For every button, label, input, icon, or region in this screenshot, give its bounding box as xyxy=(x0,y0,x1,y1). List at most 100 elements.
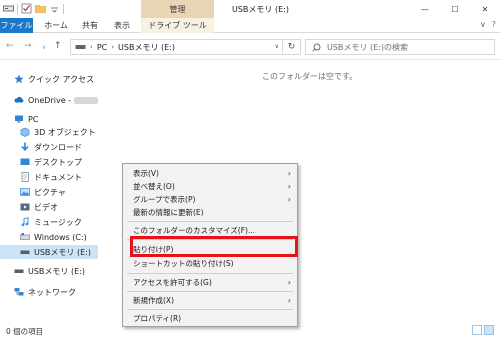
menu-item-new[interactable]: 新規作成(X) › xyxy=(123,294,297,307)
breadcrumb-separator[interactable]: › xyxy=(111,43,114,51)
usb-drive-icon xyxy=(14,269,24,273)
nav-item-pictures[interactable]: ピクチャ xyxy=(0,185,98,199)
quick-access-toolbar xyxy=(3,3,64,14)
nav-item-videos[interactable]: ビデオ xyxy=(0,200,98,214)
menu-item-group-by[interactable]: グループで表示(P) › xyxy=(123,193,297,206)
pc-icon xyxy=(15,115,23,123)
back-button[interactable]: ← xyxy=(6,41,14,51)
tab-share[interactable]: 共有 xyxy=(75,18,105,33)
usb-drive-icon xyxy=(20,250,30,254)
window-title: USBメモリ (E:) xyxy=(232,5,289,14)
submenu-arrow-icon: › xyxy=(287,278,291,287)
menu-divider xyxy=(127,309,293,310)
submenu-arrow-icon: › xyxy=(287,182,291,191)
cloud-icon xyxy=(14,96,24,103)
navigation-pane: クイック アクセス OneDrive - PC 3D オブジェクト ダウンロード xyxy=(0,62,98,319)
network-icon xyxy=(14,288,24,296)
drive-icon[interactable] xyxy=(3,3,14,14)
submenu-arrow-icon: › xyxy=(287,296,291,305)
redacted-account-name xyxy=(74,96,98,104)
breadcrumb-usb-drive[interactable]: USBメモリ (E:) xyxy=(118,42,175,53)
nav-item-label: ミュージック xyxy=(34,217,82,227)
search-placeholder: USBメモリ (E:)の検索 xyxy=(327,42,408,52)
up-button[interactable]: ↑ xyxy=(54,41,62,51)
window-controls: — ☐ ✕ xyxy=(410,0,500,18)
music-icon xyxy=(21,217,29,227)
nav-item-quick-access[interactable]: クイック アクセス xyxy=(0,72,98,86)
video-icon xyxy=(20,203,30,211)
menu-item-refresh[interactable]: 最新の情報に更新(E) xyxy=(123,206,297,219)
maximize-button[interactable]: ☐ xyxy=(440,0,470,18)
large-icons-view-button[interactable] xyxy=(484,325,494,335)
help-button[interactable]: ? xyxy=(492,20,496,29)
menu-item-label: 並べ替え(O) xyxy=(133,182,175,191)
tab-drive-tools[interactable]: ドライブ ツール xyxy=(141,18,214,33)
nav-item-label: USBメモリ (E:) xyxy=(34,247,91,257)
tab-file[interactable]: ファイル xyxy=(0,18,33,33)
toolbar-divider xyxy=(63,3,64,14)
nav-item-label: ピクチャ xyxy=(34,187,66,197)
menu-item-paste-shortcut[interactable]: ショートカットの貼り付け(S) xyxy=(123,257,297,270)
nav-item-label: PC xyxy=(28,114,39,124)
details-view-button[interactable] xyxy=(472,325,482,335)
ribbon-tab-row: ファイル ホーム 共有 表示 ドライブ ツール ∨ ? xyxy=(0,18,500,33)
pc-drive-icon xyxy=(75,45,86,49)
nav-item-network[interactable]: ネットワーク xyxy=(0,285,98,299)
item-count: 0 個の項目 xyxy=(6,327,44,336)
menu-item-label: 表示(V) xyxy=(133,169,159,178)
paste-highlight-box xyxy=(130,236,298,257)
menu-item-label: 最新の情報に更新(E) xyxy=(133,208,204,217)
refresh-button[interactable]: ↻ xyxy=(283,39,301,55)
menu-item-label: グループで表示(P) xyxy=(133,195,196,204)
nav-item-label: Windows (C:) xyxy=(34,232,87,242)
menu-item-label: このフォルダーのカスタマイズ(F)... xyxy=(133,226,256,235)
expand-ribbon-button[interactable]: ∨ xyxy=(480,20,486,29)
nav-item-label: クイック アクセス xyxy=(28,74,95,84)
breadcrumb-separator[interactable]: › xyxy=(90,43,93,51)
nav-item-downloads[interactable]: ダウンロード xyxy=(0,140,98,154)
download-icon xyxy=(21,142,29,151)
navigation-bar: ← → ∨ ↑ › PC › USBメモリ (E:) ∨ ↻ USBメモリ (E… xyxy=(0,34,500,60)
minimize-button[interactable]: — xyxy=(410,0,440,18)
empty-folder-message: このフォルダーは空です。 xyxy=(262,72,358,81)
nav-item-usb-drive-selected[interactable]: USBメモリ (E:) xyxy=(0,245,98,259)
address-dropdown-button[interactable]: ∨ xyxy=(275,43,279,50)
nav-item-onedrive[interactable]: OneDrive - xyxy=(0,93,98,107)
toolbar-divider xyxy=(17,3,18,14)
nav-item-desktop[interactable]: デスクトップ xyxy=(0,155,98,169)
content-scrollbar[interactable] xyxy=(489,62,499,319)
recent-locations-button[interactable]: ∨ xyxy=(42,44,46,51)
breadcrumb-pc[interactable]: PC xyxy=(97,43,107,52)
nav-item-pc[interactable]: PC xyxy=(0,112,98,126)
nav-item-documents[interactable]: ドキュメント xyxy=(0,170,98,184)
ribbon-right-controls: ∨ ? xyxy=(480,20,496,29)
search-box[interactable]: USBメモリ (E:)の検索 xyxy=(305,39,495,55)
search-icon xyxy=(312,43,321,52)
properties-check-icon[interactable] xyxy=(21,3,32,14)
nav-item-label: ドキュメント xyxy=(34,172,82,182)
menu-item-view[interactable]: 表示(V) › xyxy=(123,167,297,180)
menu-item-sort-by[interactable]: 並べ替え(O) › xyxy=(123,180,297,193)
picture-icon xyxy=(20,188,30,196)
menu-divider xyxy=(127,291,293,292)
nav-item-windows-c[interactable]: Windows (C:) xyxy=(0,230,98,244)
nav-item-3d-objects[interactable]: 3D オブジェクト xyxy=(0,125,98,139)
forward-button[interactable]: → xyxy=(24,41,32,51)
drive-icon xyxy=(20,233,30,240)
nav-item-usb-drive[interactable]: USBメモリ (E:) xyxy=(0,264,98,278)
menu-divider xyxy=(127,221,293,222)
view-switcher xyxy=(472,325,494,335)
close-button[interactable]: ✕ xyxy=(470,0,500,18)
nav-item-music[interactable]: ミュージック xyxy=(0,215,98,229)
status-bar: 0 個の項目 xyxy=(0,320,500,340)
title-bar: 管理 USBメモリ (E:) — ☐ ✕ xyxy=(0,0,500,18)
document-icon xyxy=(21,172,29,182)
address-bar[interactable]: › PC › USBメモリ (E:) ∨ xyxy=(70,39,283,55)
new-folder-icon[interactable] xyxy=(35,3,46,14)
customize-toolbar-icon[interactable] xyxy=(49,3,60,14)
menu-divider xyxy=(127,273,293,274)
desktop-icon xyxy=(20,158,30,165)
tab-home[interactable]: ホーム xyxy=(39,18,73,33)
menu-item-give-access[interactable]: アクセスを許可する(G) › xyxy=(123,276,297,289)
tab-view[interactable]: 表示 xyxy=(107,18,137,33)
